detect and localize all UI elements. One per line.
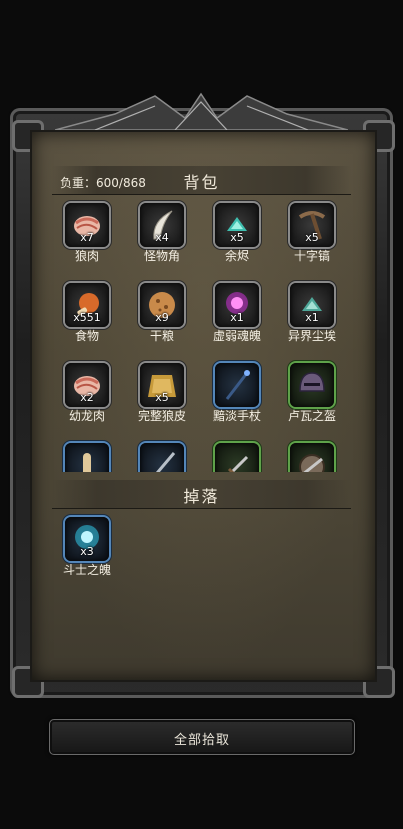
item-name: 完整狼皮 xyxy=(137,409,186,423)
item-slot[interactable]: x5 余烬 xyxy=(202,200,262,272)
drops-header: 掉落 xyxy=(52,480,351,509)
drops-grid[interactable]: x3 斗士之魄 xyxy=(52,514,351,604)
item-name: 十字镐 xyxy=(293,249,330,263)
sword-icon xyxy=(155,452,176,472)
item-slot[interactable]: x1 异界尘埃 xyxy=(277,280,337,352)
item-slot[interactable]: x4 怪物角 xyxy=(127,200,187,272)
item-name: 幼龙肉 xyxy=(68,409,105,423)
item-count: x2 xyxy=(80,391,94,404)
item-name: 虚弱魂魄 xyxy=(212,329,261,343)
pickup-all-button[interactable]: 全部拾取 xyxy=(49,719,355,755)
item-slot[interactable]: 卢瓦之盔 xyxy=(277,360,337,432)
backpack-grid[interactable]: x7 狼肉 x4 怪物角 x5 余烬 x5 十字镐 x551 食物 x9 干粮 x1 虚弱魂魄 x1 异界尘埃… xyxy=(52,200,351,472)
item-slot[interactable]: x551 食物 xyxy=(52,280,112,352)
item-name: 黯淡手杖 xyxy=(212,409,261,423)
item-frame[interactable] xyxy=(290,363,334,407)
item-frame[interactable] xyxy=(215,443,259,472)
shield-icon xyxy=(299,454,325,472)
item-frame[interactable] xyxy=(290,443,334,472)
bone-icon xyxy=(83,453,91,472)
helmet-icon xyxy=(299,372,325,392)
item-slot[interactable]: x9 干粮 xyxy=(127,280,187,352)
item-name: 干粮 xyxy=(149,329,174,343)
item-name: 余烬 xyxy=(224,249,249,263)
staff-icon xyxy=(225,370,250,400)
item-count: x5 xyxy=(305,231,319,244)
item-slot[interactable]: x5 完整狼皮 xyxy=(127,360,187,432)
carry-weight: 负重：600/868 xyxy=(60,176,146,190)
item-count: x1 xyxy=(305,311,319,324)
item-count: x7 xyxy=(80,231,94,244)
item-name: 狼肉 xyxy=(74,249,99,263)
item-slot[interactable]: 黯淡手杖 xyxy=(202,360,262,432)
item-name: 卢瓦之盔 xyxy=(287,409,336,423)
item-slot[interactable] xyxy=(202,440,262,472)
item-count: x5 xyxy=(230,231,244,244)
item-name: 斗士之魄 xyxy=(62,563,111,577)
item-frame[interactable] xyxy=(140,443,184,472)
item-slot[interactable]: x2 幼龙肉 xyxy=(52,360,112,432)
item-count: x4 xyxy=(155,231,169,244)
item-count: x551 xyxy=(73,311,101,324)
item-slot[interactable] xyxy=(127,440,187,472)
item-frame[interactable] xyxy=(215,363,259,407)
frame-spikes-ornament xyxy=(55,92,348,131)
item-slot[interactable] xyxy=(277,440,337,472)
item-slot[interactable] xyxy=(52,440,112,472)
item-slot[interactable]: x7 狼肉 xyxy=(52,200,112,272)
item-count: x3 xyxy=(80,545,94,558)
item-slot[interactable]: x3 斗士之魄 xyxy=(52,514,112,586)
drops-title: 掉落 xyxy=(183,487,220,506)
item-count: x5 xyxy=(155,391,169,404)
item-name: 异界尘埃 xyxy=(287,329,336,343)
item-count: x1 xyxy=(230,311,244,324)
item-name: 食物 xyxy=(74,329,99,343)
pickup-all-label: 全部拾取 xyxy=(173,733,230,748)
item-name: 怪物角 xyxy=(143,249,180,263)
item-frame[interactable] xyxy=(65,443,109,472)
item-count: x9 xyxy=(155,311,169,324)
dagger-icon xyxy=(227,455,249,472)
item-slot[interactable]: x1 虚弱魂魄 xyxy=(202,280,262,352)
item-slot[interactable]: x5 十字镐 xyxy=(277,200,337,272)
